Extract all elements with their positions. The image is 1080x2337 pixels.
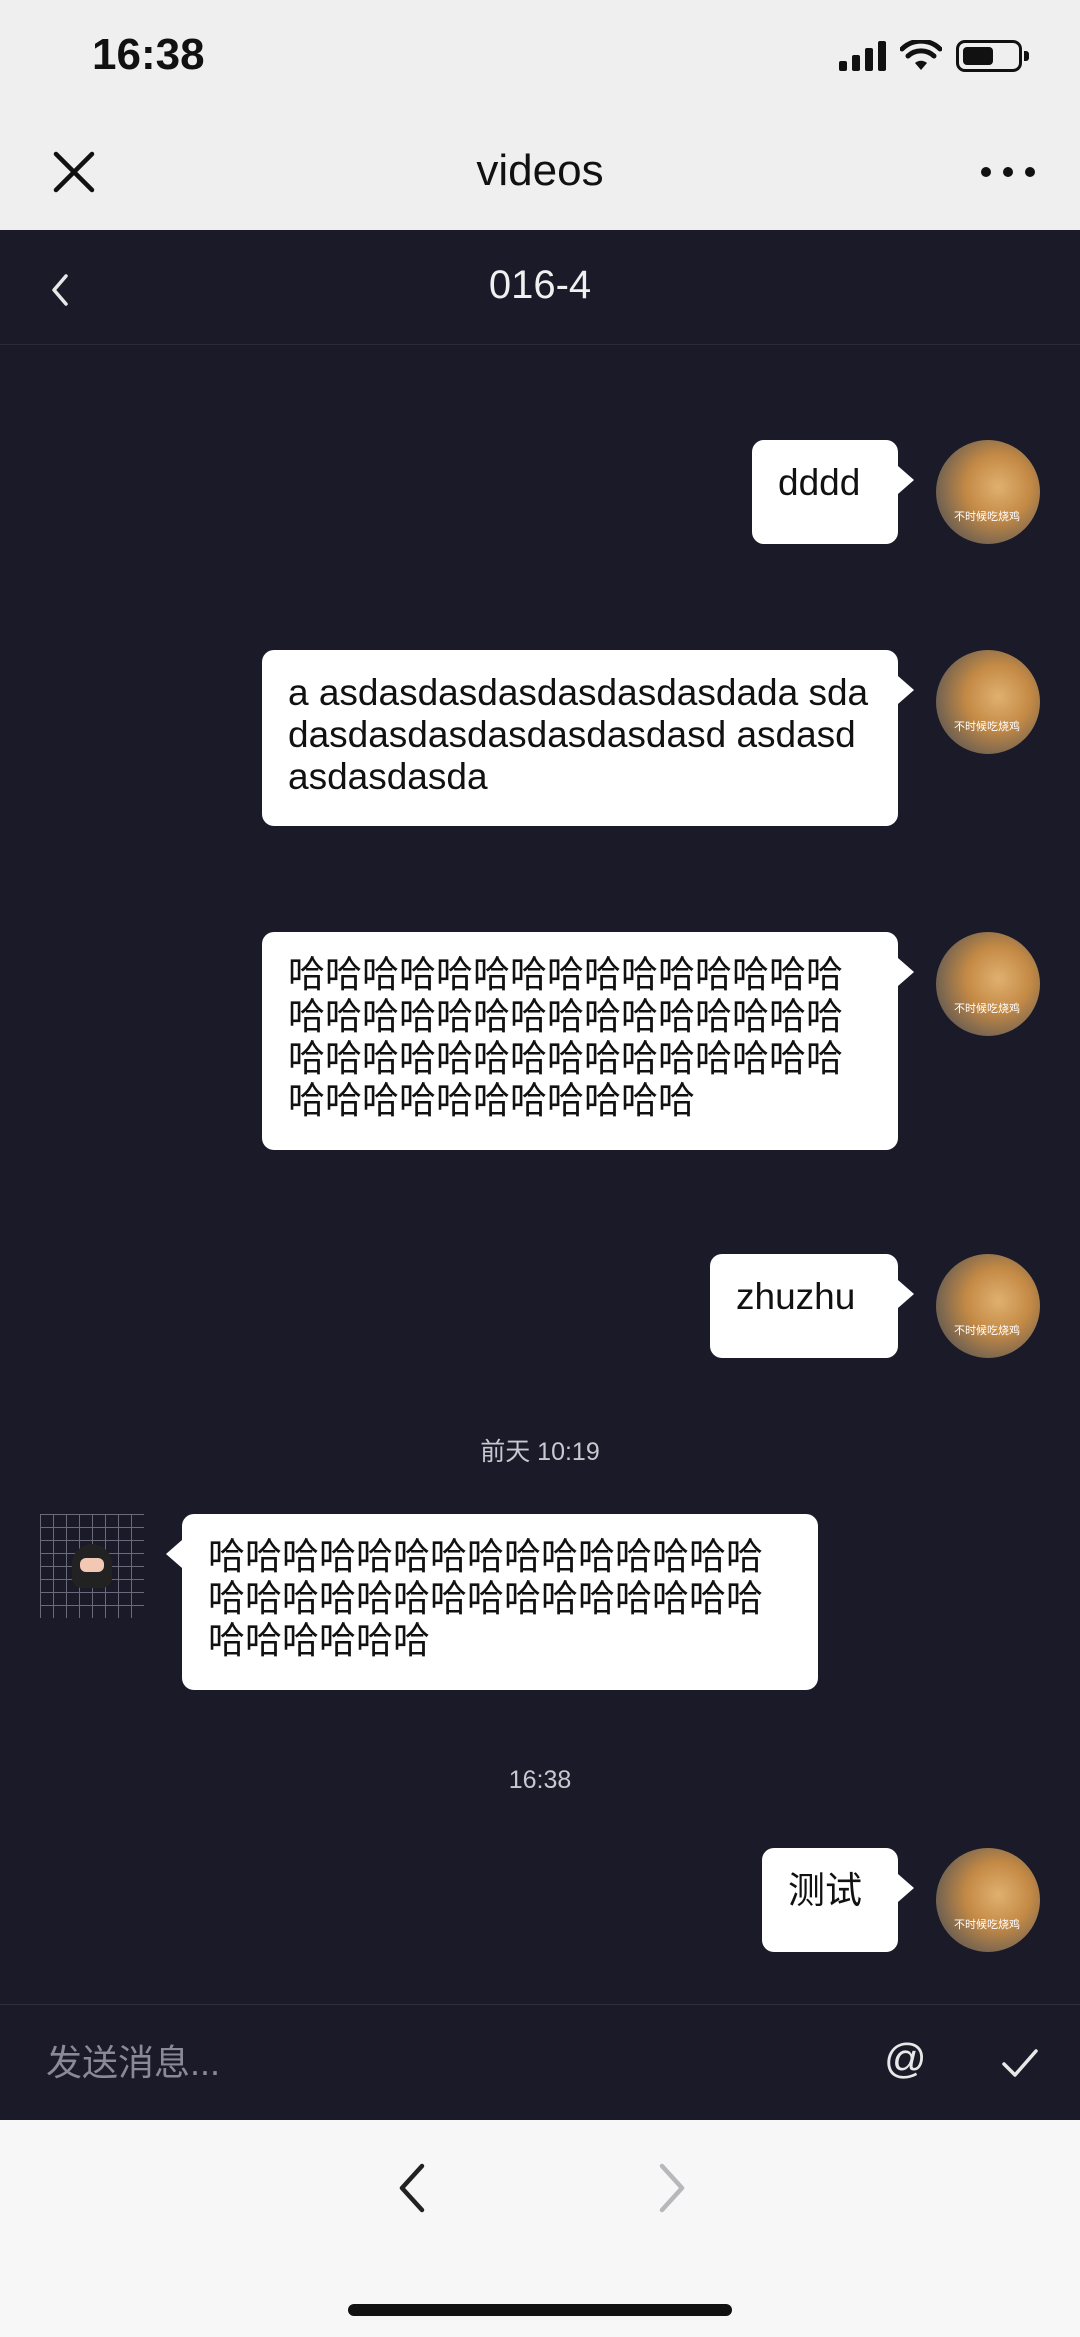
message-bubble[interactable]: a asdasdasdasdasdasdasdada sdadasdasdasd… xyxy=(262,650,914,826)
wifi-icon xyxy=(900,40,942,70)
timestamp: 前天 10:19 xyxy=(480,1438,600,1466)
message-bubble[interactable]: dddd xyxy=(752,440,914,544)
mention-button[interactable]: @ xyxy=(884,2035,927,2083)
browser-title: videos xyxy=(476,146,604,195)
avatar-caption: 不时候吃烧鸡 xyxy=(954,1919,1020,1931)
message-bubble[interactable]: 哈哈哈哈哈哈哈哈哈哈哈哈哈哈哈哈哈哈哈哈哈哈哈哈哈哈哈哈哈哈哈哈哈哈哈哈 xyxy=(166,1514,818,1690)
more-icon[interactable] xyxy=(978,162,1038,182)
avatar-caption: 不时候吃烧鸡 xyxy=(954,721,1020,733)
signal-icon xyxy=(839,41,886,71)
home-indicator[interactable] xyxy=(348,2304,732,2316)
timestamp: 16:38 xyxy=(508,1766,572,1794)
message-bubble[interactable]: zhuzhu xyxy=(710,1254,914,1358)
chat-panel: 016-4 dddd 不时候吃烧鸡 a asdasdasdasdasdasdas… xyxy=(0,230,1080,2120)
check-icon[interactable] xyxy=(1000,2043,1040,2083)
chevron-right-icon[interactable] xyxy=(652,2160,692,2216)
chat-header: 016-4 xyxy=(0,230,1080,345)
status-time: 16:38 xyxy=(92,30,205,79)
avatar-caption: 不时候吃烧鸡 xyxy=(954,1003,1020,1015)
avatar-caption: 不时候吃烧鸡 xyxy=(954,511,1020,523)
status-icons xyxy=(839,40,1029,72)
contact-avatar[interactable] xyxy=(40,1514,144,1618)
chevron-left-icon[interactable] xyxy=(392,2160,432,2216)
user-avatar[interactable]: 不时候吃烧鸡 xyxy=(936,650,1040,754)
browser-header: videos xyxy=(0,118,1080,230)
user-avatar[interactable]: 不时候吃烧鸡 xyxy=(936,1848,1040,1952)
avatar-caption: 不时候吃烧鸡 xyxy=(954,1325,1020,1337)
user-avatar[interactable]: 不时候吃烧鸡 xyxy=(936,440,1040,544)
message-input-bar: @ xyxy=(0,2004,1080,2120)
status-bar: 16:38 xyxy=(0,0,1080,118)
message-bubble[interactable]: 测试 xyxy=(762,1848,914,1952)
user-avatar[interactable]: 不时候吃烧鸡 xyxy=(936,932,1040,1036)
message-bubble[interactable]: 哈哈哈哈哈哈哈哈哈哈哈哈哈哈哈哈哈哈哈哈哈哈哈哈哈哈哈哈哈哈哈哈哈哈哈哈哈哈哈哈… xyxy=(262,932,914,1150)
bottom-nav xyxy=(0,2120,1080,2337)
user-avatar[interactable]: 不时候吃烧鸡 xyxy=(936,1254,1040,1358)
chat-title: 016-4 xyxy=(488,263,592,307)
battery-icon xyxy=(956,40,1029,72)
message-input[interactable] xyxy=(46,2035,826,2091)
